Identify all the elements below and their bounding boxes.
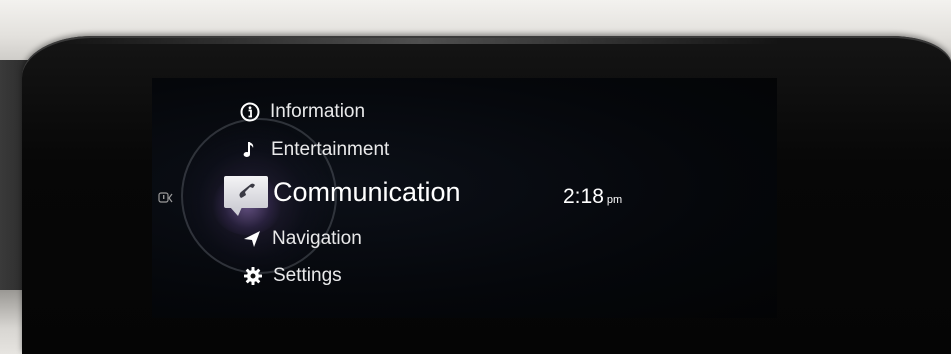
menu-item-label: Settings [273, 265, 342, 286]
phone-chat-icon [224, 176, 268, 216]
clock-ampm: pm [606, 194, 623, 206]
menu-item-label: Communication [273, 176, 461, 207]
menu-item-label: Entertainment [271, 139, 390, 160]
navigation-arrow-icon [242, 229, 262, 249]
gear-icon [243, 266, 263, 286]
bezel-highlight [60, 38, 780, 44]
menu-item-settings[interactable]: Settings [243, 265, 342, 287]
clock-time: 2:18 [563, 185, 604, 208]
notification-indicator-icon[interactable] [158, 192, 176, 207]
info-icon [240, 102, 260, 122]
menu-item-entertainment[interactable]: Entertainment [241, 139, 389, 161]
menu-item-label: Information [270, 101, 366, 122]
menu-item-navigation[interactable]: Navigation [242, 228, 362, 250]
menu-item-information[interactable]: Information [240, 101, 365, 123]
music-note-icon [241, 140, 261, 160]
clock: 2:18 pm [563, 185, 622, 209]
menu-item-label: Navigation [272, 228, 362, 249]
menu-item-communication[interactable]: Communication [224, 176, 461, 216]
